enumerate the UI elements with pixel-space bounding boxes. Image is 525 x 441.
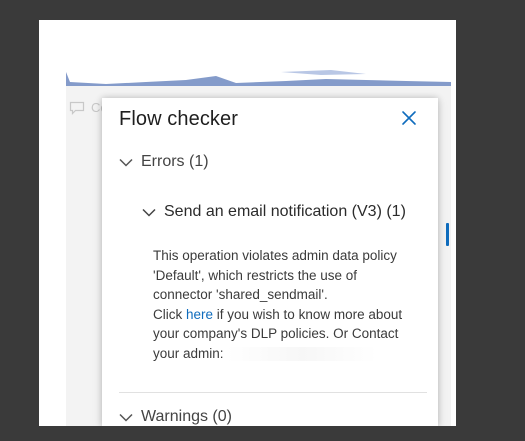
scrollbar-thumb[interactable]: [446, 223, 449, 246]
error-message: This operation violates admin data polic…: [153, 246, 423, 363]
message-line: 'Default', which restricts the use of: [153, 267, 357, 283]
message-line: your admin:: [153, 344, 423, 364]
errors-header-label: Errors (1): [141, 153, 209, 170]
redacted-admin: [227, 346, 378, 361]
comment-icon: [69, 101, 85, 115]
chevron-down-icon: [142, 208, 156, 217]
close-icon: [402, 111, 416, 125]
action-section-toggle[interactable]: Send an email notification (V3) (1): [142, 203, 406, 221]
warnings-header-label: Warnings (0): [141, 408, 232, 425]
errors-section-toggle[interactable]: Errors (1): [119, 153, 209, 171]
click-suffix: if you wish to know more about: [213, 306, 403, 322]
message-line: Click here if you wish to know more abou…: [153, 305, 423, 325]
click-prefix: Click: [153, 306, 186, 322]
flow-checker-panel: Flow checker Errors (1) Send an email no…: [102, 98, 438, 426]
app-canvas: Co Flow checker Errors (1) Send an email…: [39, 20, 456, 426]
chevron-down-icon: [119, 413, 133, 422]
here-link[interactable]: here: [186, 307, 213, 322]
action-header-label: Send an email notification (V3) (1): [164, 203, 406, 220]
panel-title: Flow checker: [119, 108, 239, 130]
chevron-down-icon: [119, 158, 133, 167]
divider: [119, 392, 427, 393]
message-line: This operation violates admin data polic…: [153, 248, 397, 263]
close-button[interactable]: [401, 110, 417, 126]
message-line: your company's DLP policies. Or Contact: [153, 326, 399, 341]
admin-label: your admin:: [153, 345, 224, 361]
message-line: connector 'shared_sendmail'.: [153, 287, 328, 302]
warnings-section-toggle[interactable]: Warnings (0): [119, 408, 232, 426]
